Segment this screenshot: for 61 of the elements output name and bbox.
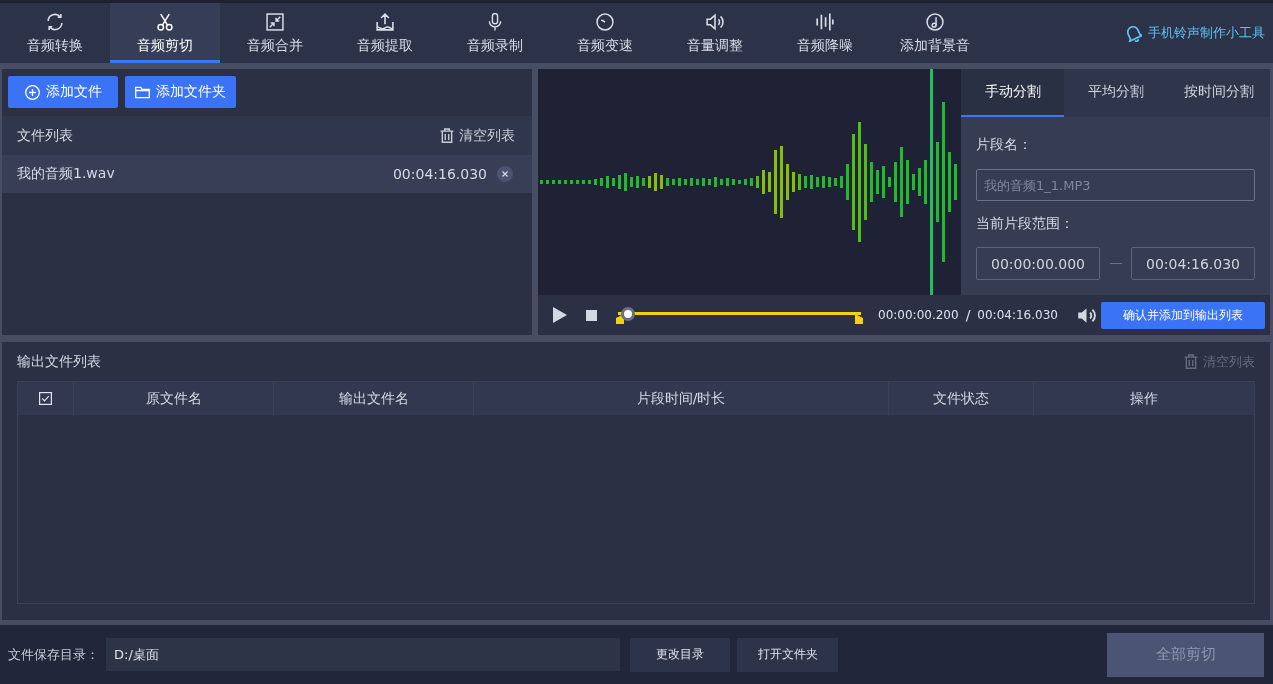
close-icon[interactable] — [497, 166, 513, 182]
scissors-icon — [156, 13, 174, 31]
time-separator: / — [965, 307, 971, 323]
bell-icon — [1125, 24, 1142, 42]
dash-icon — [1109, 263, 1122, 264]
range-start-field[interactable]: 00:00:00.000 — [976, 247, 1100, 280]
nav-tab[interactable]: 音频剪切 — [110, 3, 220, 63]
file-list-title: 文件列表 — [17, 126, 73, 145]
output-list-title: 输出文件列表 — [17, 352, 101, 371]
save-dir-field[interactable]: D:/桌面 — [106, 638, 620, 671]
save-dir-label: 文件保存目录： — [8, 645, 99, 664]
music-note-icon — [926, 13, 944, 31]
open-folder-button[interactable]: 打开文件夹 — [737, 637, 838, 672]
current-time: 00:00:00.200 — [878, 308, 959, 322]
compress-arrows-icon — [266, 13, 284, 31]
range-end-field[interactable]: 00:04:16.030 — [1131, 247, 1255, 280]
split-mode-tab[interactable]: 手动分割 — [961, 69, 1064, 117]
nav-tab[interactable]: 音量调整 — [660, 3, 770, 63]
add-file-button[interactable]: 添加文件 — [8, 76, 118, 108]
play-icon[interactable] — [553, 307, 567, 323]
file-row[interactable]: 我的音频1.wav 00:04:16.030 — [2, 155, 532, 193]
upload-icon — [376, 13, 394, 31]
split-mode-tab[interactable]: 按时间分割 — [1167, 69, 1270, 117]
playhead-thumb[interactable] — [621, 306, 636, 321]
change-dir-button[interactable]: 更改目录 — [630, 637, 730, 672]
gauge-icon — [596, 13, 614, 31]
nav-tab[interactable]: 音频降噪 — [770, 3, 880, 63]
sync-icon — [46, 13, 64, 31]
column-header: 输出文件名 — [273, 382, 473, 415]
total-time: 00:04:16.030 — [977, 308, 1058, 322]
speaker-icon — [706, 13, 724, 31]
segment-name-field[interactable]: 我的音频1_1.MP3 — [976, 169, 1255, 201]
ringtone-tool-link[interactable]: 手机铃声制作小工具 — [1125, 3, 1265, 63]
trash-icon — [1184, 354, 1198, 369]
confirm-add-button[interactable]: 确认并添加到输出列表 — [1101, 301, 1265, 329]
nav-tab[interactable]: 音频变速 — [550, 3, 660, 63]
segment-name-label: 片段名： — [976, 135, 1033, 153]
nav-tab[interactable]: 音频提取 — [330, 3, 440, 63]
plus-circle-icon — [24, 84, 40, 100]
column-header: 片段时间/时长 — [473, 382, 888, 415]
folder-icon — [135, 84, 150, 100]
nav-tab[interactable]: 音频合并 — [220, 3, 330, 63]
segment-range-label: 当前片段范围： — [976, 214, 1075, 232]
clear-list-button[interactable]: 清空列表 — [440, 126, 515, 145]
add-folder-button[interactable]: 添加文件夹 — [125, 76, 236, 108]
split-mode-tab[interactable]: 平均分割 — [1064, 69, 1167, 117]
microphone-icon — [486, 13, 504, 31]
volume-icon[interactable] — [1076, 306, 1096, 324]
nav-tab[interactable]: 音频转换 — [0, 3, 110, 63]
column-header: 原文件名 — [73, 382, 273, 415]
column-header: 操作 — [1033, 382, 1254, 415]
nav-tab[interactable]: 音频录制 — [440, 3, 550, 63]
trash-icon — [440, 128, 454, 143]
sound-bars-icon — [816, 13, 834, 31]
select-all-checkbox[interactable] — [39, 392, 52, 405]
nav-tab[interactable]: 添加背景音 — [880, 3, 990, 63]
file-name: 我的音频1.wav — [17, 165, 116, 183]
stop-icon[interactable] — [586, 309, 597, 321]
column-header: 文件状态 — [888, 382, 1033, 415]
trim-end-handle[interactable] — [855, 314, 863, 324]
file-duration: 00:04:16.030 — [392, 166, 487, 182]
